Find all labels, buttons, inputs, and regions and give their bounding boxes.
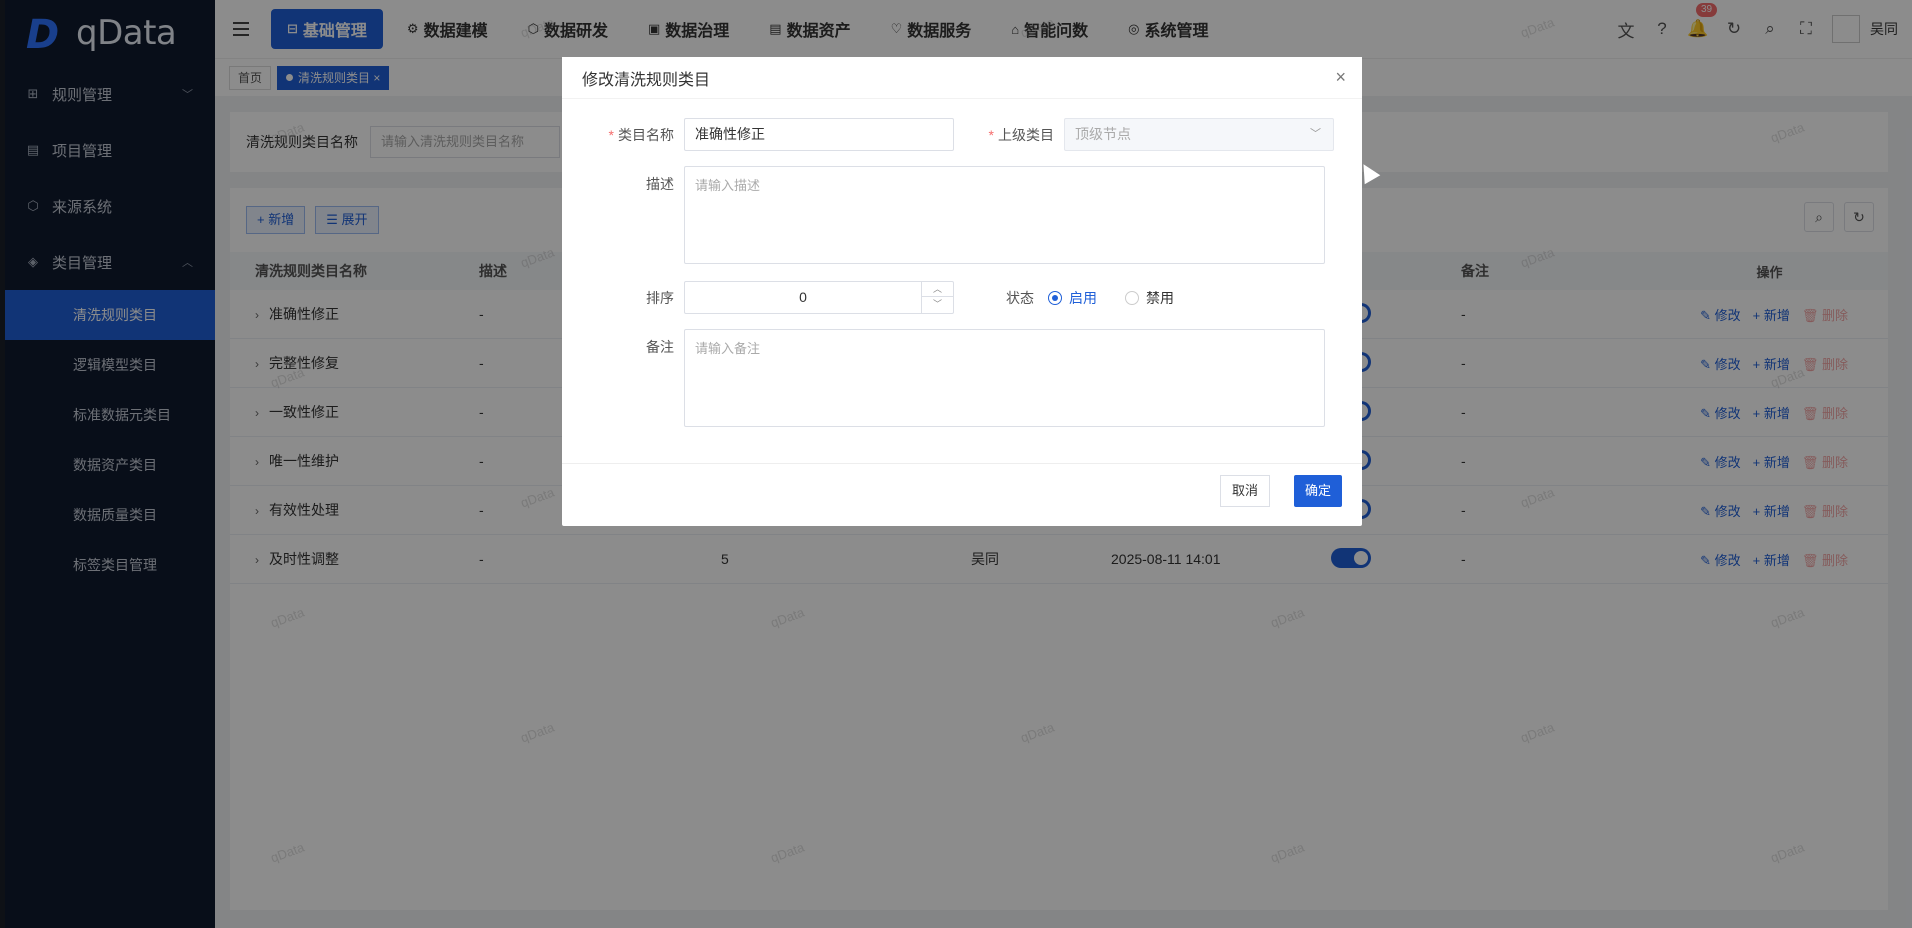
remark-label: 备注 — [646, 339, 674, 355]
confirm-button[interactable]: 确定 — [1293, 475, 1342, 507]
remark-textarea[interactable]: 请输入备注 — [684, 329, 1325, 427]
desc-textarea[interactable]: 请输入描述 — [684, 166, 1325, 264]
sort-stepper[interactable]: 0 ︿ ﹀ — [684, 281, 954, 314]
chevron-down-icon: ﹀ — [1310, 128, 1321, 140]
desc-label: 描述 — [646, 176, 674, 192]
close-icon[interactable]: × — [1335, 67, 1346, 88]
decrement-icon[interactable]: ﹀ — [922, 297, 953, 312]
sort-label: 排序 — [646, 289, 674, 306]
name-label: 类目名称 — [618, 126, 674, 143]
parent-select[interactable]: 顶级节点 ﹀ — [1064, 118, 1334, 151]
parent-label: 上级类目 — [998, 126, 1054, 143]
edit-category-dialog: 修改清洗规则类目 × * 类目名称 准确性修正 * 上级类目 顶级节点 ﹀ 描述 请输… — [562, 57, 1362, 526]
cancel-button[interactable]: 取消 — [1219, 475, 1270, 507]
status-disabled-radio[interactable]: 禁用 — [1125, 288, 1174, 308]
dialog-title: 修改清洗规则类目 — [582, 71, 711, 89]
name-input[interactable]: 准确性修正 — [684, 118, 954, 151]
status-label: 状态 — [1006, 289, 1034, 306]
status-enabled-radio[interactable]: 启用 — [1048, 288, 1097, 308]
increment-icon[interactable]: ︿ — [922, 282, 953, 297]
